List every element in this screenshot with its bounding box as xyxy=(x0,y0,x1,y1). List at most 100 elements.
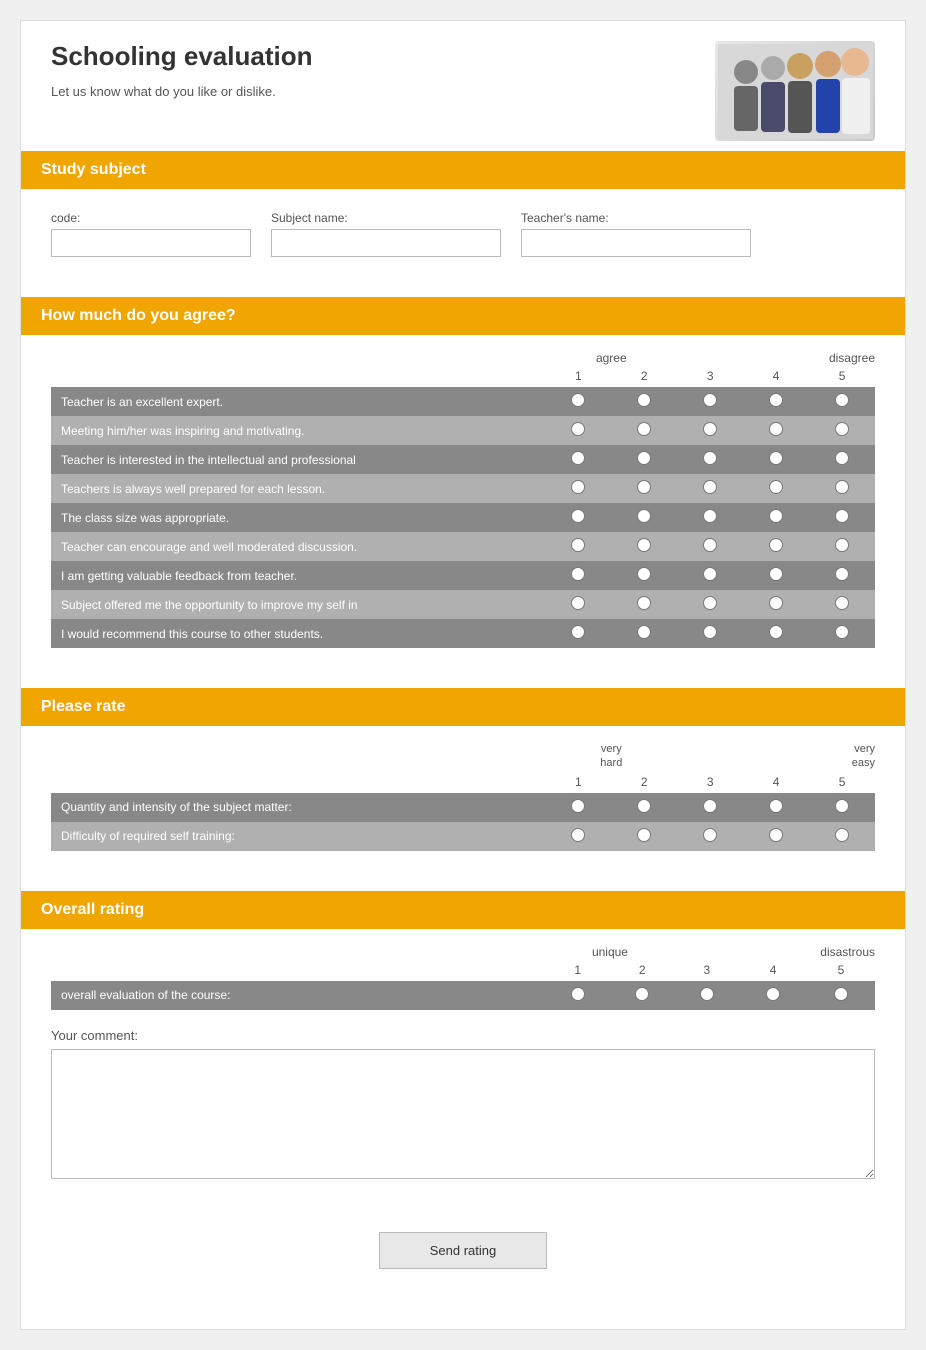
radio-agree2-2[interactable] xyxy=(637,422,651,436)
page-subtitle: Let us know what do you like or dislike. xyxy=(51,84,312,99)
overall-rating-table: unique disastrous 1 2 3 4 5 overall xyxy=(51,945,875,1010)
radio-rate2-1[interactable] xyxy=(571,828,585,842)
radio-agree9-2[interactable] xyxy=(637,625,651,639)
radio-agree1-4[interactable] xyxy=(769,393,783,407)
radio-agree4-4[interactable] xyxy=(769,480,783,494)
table-row: Subject offered me the opportunity to im… xyxy=(51,590,875,619)
row-label: Teacher is interested in the intellectua… xyxy=(51,445,545,474)
subject-name-input[interactable] xyxy=(271,229,501,257)
radio-agree7-1[interactable] xyxy=(571,567,585,581)
radio-overall1-5[interactable] xyxy=(834,987,848,1001)
radio-agree2-1[interactable] xyxy=(571,422,585,436)
radio-agree8-4[interactable] xyxy=(769,596,783,610)
radio-agree3-5[interactable] xyxy=(835,451,849,465)
radio-agree4-5[interactable] xyxy=(835,480,849,494)
overall-labels-row: unique disastrous xyxy=(51,945,875,961)
radio-agree7-3[interactable] xyxy=(703,567,717,581)
radio-agree7-2[interactable] xyxy=(637,567,651,581)
agree-section-header: How much do you agree? xyxy=(21,297,905,335)
table-row: Teachers is always well prepared for eac… xyxy=(51,474,875,503)
people-illustration xyxy=(718,44,873,139)
radio-rate1-5[interactable] xyxy=(835,799,849,813)
radio-agree3-1[interactable] xyxy=(571,451,585,465)
radio-agree4-3[interactable] xyxy=(703,480,717,494)
radio-rate2-5[interactable] xyxy=(835,828,849,842)
row-label: Teacher can encourage and well moderated… xyxy=(51,532,545,561)
table-row: Meeting him/her was inspiring and motiva… xyxy=(51,416,875,445)
disastrous-label: disastrous xyxy=(739,945,875,961)
radio-agree4-2[interactable] xyxy=(637,480,651,494)
radio-agree8-2[interactable] xyxy=(637,596,651,610)
radio-agree1-5[interactable] xyxy=(835,393,849,407)
radio-agree7-5[interactable] xyxy=(835,567,849,581)
radio-agree9-4[interactable] xyxy=(769,625,783,639)
code-input[interactable] xyxy=(51,229,251,257)
radio-agree9-3[interactable] xyxy=(703,625,717,639)
radio-rate1-2[interactable] xyxy=(637,799,651,813)
teacher-name-field-group: Teacher's name: xyxy=(521,211,751,257)
comment-section: Your comment: xyxy=(51,1028,875,1182)
radio-agree6-3[interactable] xyxy=(703,538,717,552)
radio-agree8-1[interactable] xyxy=(571,596,585,610)
row-label: I am getting valuable feedback from teac… xyxy=(51,561,545,590)
radio-agree3-3[interactable] xyxy=(703,451,717,465)
study-subject-section: Study subject code: Subject name: Teache… xyxy=(21,151,905,277)
radio-agree5-4[interactable] xyxy=(769,509,783,523)
radio-agree3-4[interactable] xyxy=(769,451,783,465)
radio-rate2-3[interactable] xyxy=(703,828,717,842)
radio-agree1-1[interactable] xyxy=(571,393,585,407)
row-label: I would recommend this course to other s… xyxy=(51,619,545,648)
table-row: I would recommend this course to other s… xyxy=(51,619,875,648)
radio-agree4-1[interactable] xyxy=(571,480,585,494)
radio-rate1-4[interactable] xyxy=(769,799,783,813)
header-text: Schooling evaluation Let us know what do… xyxy=(51,41,312,99)
page-header: Schooling evaluation Let us know what do… xyxy=(21,21,905,151)
rate-numbers-row: 1 2 3 4 5 xyxy=(51,773,875,793)
radio-agree7-4[interactable] xyxy=(769,567,783,581)
radio-rate2-4[interactable] xyxy=(769,828,783,842)
radio-agree1-3[interactable] xyxy=(703,393,717,407)
overall-rating-header: Overall rating xyxy=(21,891,905,929)
agree-section: How much do you agree? agree disagree 1 … xyxy=(21,297,905,668)
radio-overall1-3[interactable] xyxy=(700,987,714,1001)
please-rate-table: veryhard veryeasy 1 2 3 4 5 Quantit xyxy=(51,742,875,851)
teacher-name-input[interactable] xyxy=(521,229,751,257)
radio-agree6-2[interactable] xyxy=(637,538,651,552)
comment-textarea[interactable] xyxy=(51,1049,875,1179)
radio-overall1-1[interactable] xyxy=(571,987,585,1001)
radio-rate1-1[interactable] xyxy=(571,799,585,813)
code-label: code: xyxy=(51,211,251,225)
radio-agree3-2[interactable] xyxy=(637,451,651,465)
radio-agree1-2[interactable] xyxy=(637,393,651,407)
radio-agree8-3[interactable] xyxy=(703,596,717,610)
radio-agree2-4[interactable] xyxy=(769,422,783,436)
radio-rate1-3[interactable] xyxy=(703,799,717,813)
radio-rate2-2[interactable] xyxy=(637,828,651,842)
radio-agree6-4[interactable] xyxy=(769,538,783,552)
radio-agree6-1[interactable] xyxy=(571,538,585,552)
radio-overall1-4[interactable] xyxy=(766,987,780,1001)
page-title: Schooling evaluation xyxy=(51,41,312,72)
radio-agree5-2[interactable] xyxy=(637,509,651,523)
radio-overall1-2[interactable] xyxy=(635,987,649,1001)
agree-labels-row: agree disagree xyxy=(51,351,875,367)
radio-agree8-5[interactable] xyxy=(835,596,849,610)
row-label: The class size was appropriate. xyxy=(51,503,545,532)
radio-agree2-5[interactable] xyxy=(835,422,849,436)
overall-rating-section: Overall rating unique disastrous 1 2 3 xyxy=(21,891,905,1202)
radio-agree5-3[interactable] xyxy=(703,509,717,523)
radio-agree5-1[interactable] xyxy=(571,509,585,523)
radio-agree9-5[interactable] xyxy=(835,625,849,639)
disagree-label: disagree xyxy=(743,351,875,367)
radio-agree9-1[interactable] xyxy=(571,625,585,639)
rate-labels-row: veryhard veryeasy xyxy=(51,742,875,773)
subject-name-label: Subject name: xyxy=(271,211,501,225)
send-rating-button[interactable]: Send rating xyxy=(379,1232,548,1269)
radio-agree5-5[interactable] xyxy=(835,509,849,523)
submit-row: Send rating xyxy=(21,1232,905,1289)
table-row: overall evaluation of the course: xyxy=(51,981,875,1010)
please-rate-header: Please rate xyxy=(21,688,905,726)
row-label: Subject offered me the opportunity to im… xyxy=(51,590,545,619)
radio-agree2-3[interactable] xyxy=(703,422,717,436)
radio-agree6-5[interactable] xyxy=(835,538,849,552)
